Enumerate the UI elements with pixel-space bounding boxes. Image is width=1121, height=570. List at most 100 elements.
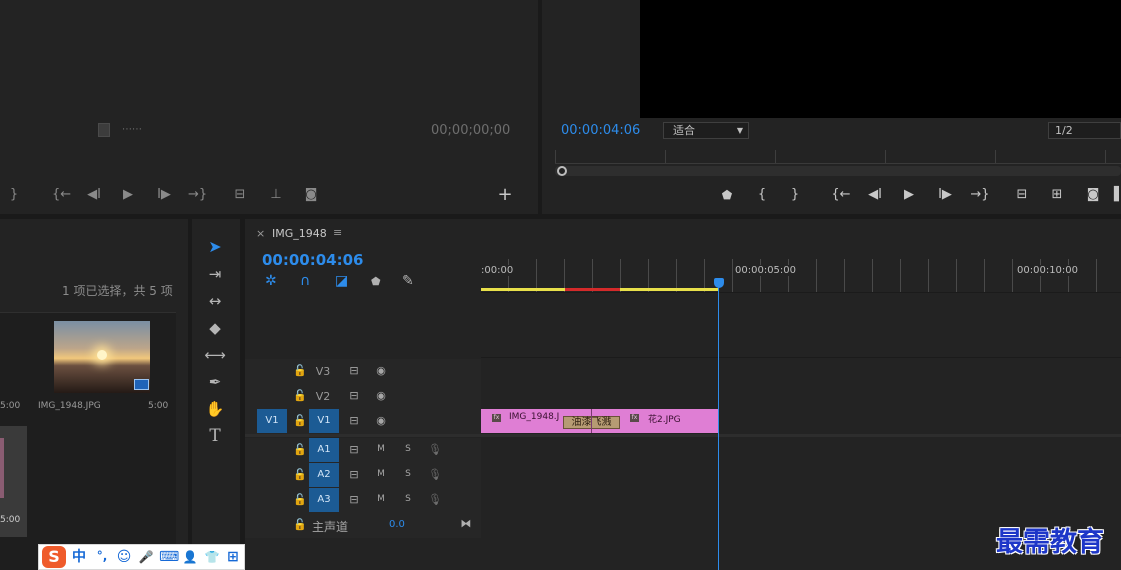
insert-icon[interactable]: ⊟ (230, 187, 250, 203)
add-marker-icon[interactable]: ⬟ (720, 187, 734, 203)
selection-tool-icon[interactable]: ➤ (204, 236, 226, 258)
lock-icon[interactable]: 🔓 (293, 493, 307, 506)
type-tool-icon[interactable]: T (204, 425, 226, 447)
track-lane[interactable] (481, 438, 1121, 463)
user-icon[interactable]: 👤 (181, 547, 199, 567)
track-lane[interactable] (481, 463, 1121, 488)
sequence-tab[interactable]: IMG_1948 (272, 227, 327, 240)
emoji-icon[interactable]: ☺ (115, 547, 133, 567)
lock-icon[interactable]: 🔓 (293, 443, 307, 456)
lock-icon[interactable]: 🔓 (293, 414, 307, 427)
solo-button[interactable]: S (402, 469, 414, 479)
fit-select[interactable]: 适合 ▼ (663, 122, 749, 139)
punctuation-icon[interactable]: °, (92, 546, 112, 566)
program-timecode[interactable]: 00:00:04:06 (561, 123, 640, 138)
overwrite-icon[interactable]: ⊥ (266, 187, 286, 203)
track-name[interactable]: V3 (313, 365, 333, 378)
microphone-icon[interactable]: 🎙 (428, 443, 442, 456)
lock-icon[interactable]: 🔓 (293, 518, 307, 531)
lock-icon[interactable]: 🔓 (293, 364, 307, 377)
linked-selection-icon[interactable]: ◪ (335, 273, 348, 289)
track-select-forward-tool-icon[interactable]: ⇥ (204, 263, 226, 285)
export-frame-icon[interactable]: ◙ (302, 187, 320, 203)
eye-icon[interactable]: ◉ (373, 414, 389, 427)
track-lane[interactable] (481, 488, 1121, 513)
sync-lock-icon[interactable]: ⊟ (347, 389, 361, 402)
go-to-in-icon[interactable]: {← (52, 187, 71, 203)
pen-tool-icon[interactable]: ✒ (204, 371, 226, 393)
timeline-settings-icon[interactable]: ✎ (402, 273, 414, 289)
sync-lock-icon[interactable]: ⊟ (347, 443, 361, 456)
nest-toggle-icon[interactable]: ✲ (265, 273, 277, 289)
skin-icon[interactable]: 👕 (203, 547, 221, 567)
ripple-edit-tool-icon[interactable]: ↔ (204, 290, 226, 312)
go-to-in-icon[interactable]: {← (831, 187, 851, 203)
microphone-icon[interactable]: 🎙 (428, 493, 442, 506)
clip-group[interactable]: fx IMG_1948.J 油漆飞溅 fx 花2.JPG (481, 409, 718, 433)
eye-icon[interactable]: ◉ (373, 364, 389, 377)
tab-menu-icon[interactable]: ≡ (333, 226, 342, 239)
solo-button[interactable]: S (402, 444, 414, 454)
program-scrollbar[interactable] (555, 166, 1121, 176)
timeline-timecode[interactable]: 00:00:04:06 (262, 251, 364, 269)
more-controls-icon[interactable]: ▌ (1114, 187, 1121, 203)
add-marker-icon[interactable]: ⬟ (371, 275, 381, 288)
go-to-end-icon[interactable]: ⧓ (459, 517, 473, 530)
step-forward-icon[interactable]: I▶ (936, 187, 954, 203)
mark-out-icon[interactable]: } (8, 187, 20, 203)
drag-audio-only-icon[interactable]: ⋯⋯ (122, 124, 142, 135)
mark-in-icon[interactable]: { (756, 187, 768, 203)
lock-icon[interactable]: 🔓 (293, 389, 307, 402)
extract-icon[interactable]: ⊞ (1047, 187, 1067, 203)
mute-button[interactable]: M (375, 444, 387, 454)
solo-button[interactable]: S (402, 494, 414, 504)
source-patch-v1[interactable]: V1 (257, 409, 287, 433)
lock-icon[interactable]: 🔓 (293, 468, 307, 481)
program-ruler[interactable] (555, 150, 1121, 164)
go-to-out-icon[interactable]: →} (188, 187, 207, 203)
slip-tool-icon[interactable]: ⟷ (204, 344, 226, 366)
chinese-mode-icon[interactable]: 中 (70, 547, 88, 567)
resolution-select[interactable]: 1/2 (1048, 122, 1121, 139)
sync-lock-icon[interactable]: ⊟ (347, 414, 361, 427)
add-button[interactable]: + (497, 186, 513, 204)
play-icon[interactable]: ▶ (120, 187, 136, 203)
track-target-a3[interactable]: A3 (309, 488, 339, 512)
sync-lock-icon[interactable]: ⊟ (347, 468, 361, 481)
drag-video-only-icon[interactable] (98, 123, 110, 137)
track-target-a2[interactable]: A2 (309, 463, 339, 487)
sogou-logo-icon[interactable]: S (42, 546, 66, 568)
go-to-out-icon[interactable]: →} (970, 187, 990, 203)
keyboard-icon[interactable]: ⌨ (159, 547, 179, 567)
step-forward-icon[interactable]: I▶ (156, 187, 172, 203)
mute-button[interactable]: M (375, 494, 387, 504)
master-volume[interactable]: 0.0 (389, 519, 405, 530)
close-tab-icon[interactable]: × (256, 227, 265, 240)
time-ruler[interactable]: :00:00 00:00:05:00 00:00:10:00 (481, 259, 1121, 293)
track-lane[interactable] (481, 384, 1121, 409)
razor-tool-icon[interactable]: ◆ (204, 317, 226, 339)
sync-lock-icon[interactable]: ⊟ (347, 364, 361, 377)
play-icon[interactable]: ▶ (901, 187, 917, 203)
list-item[interactable]: 5:00 (0, 426, 27, 537)
mark-out-icon[interactable]: } (789, 187, 801, 203)
microphone-icon[interactable]: 🎙 (428, 468, 442, 481)
track-target-a1[interactable]: A1 (309, 438, 339, 462)
track-name[interactable]: V2 (313, 390, 333, 403)
lift-icon[interactable]: ⊟ (1012, 187, 1032, 203)
microphone-icon[interactable]: 🎤 (137, 547, 155, 567)
playhead-handle-icon[interactable] (557, 166, 567, 176)
mute-button[interactable]: M (375, 469, 387, 479)
hand-tool-icon[interactable]: ✋ (204, 398, 226, 420)
step-back-icon[interactable]: ◀I (866, 187, 884, 203)
track-target-v1[interactable]: V1 (309, 409, 339, 433)
step-back-icon[interactable]: ◀I (86, 187, 102, 203)
snap-icon[interactable]: ∩ (300, 273, 310, 289)
toolbox-icon[interactable]: ⊞ (224, 547, 242, 567)
track-lane[interactable] (481, 359, 1121, 384)
eye-icon[interactable]: ◉ (373, 389, 389, 402)
export-frame-icon[interactable]: ◙ (1084, 187, 1102, 203)
source-timecode[interactable]: 00;00;00;00 (431, 123, 510, 138)
sync-lock-icon[interactable]: ⊟ (347, 493, 361, 506)
list-item[interactable]: IMG_1948.JPG 5:00 (30, 314, 172, 424)
